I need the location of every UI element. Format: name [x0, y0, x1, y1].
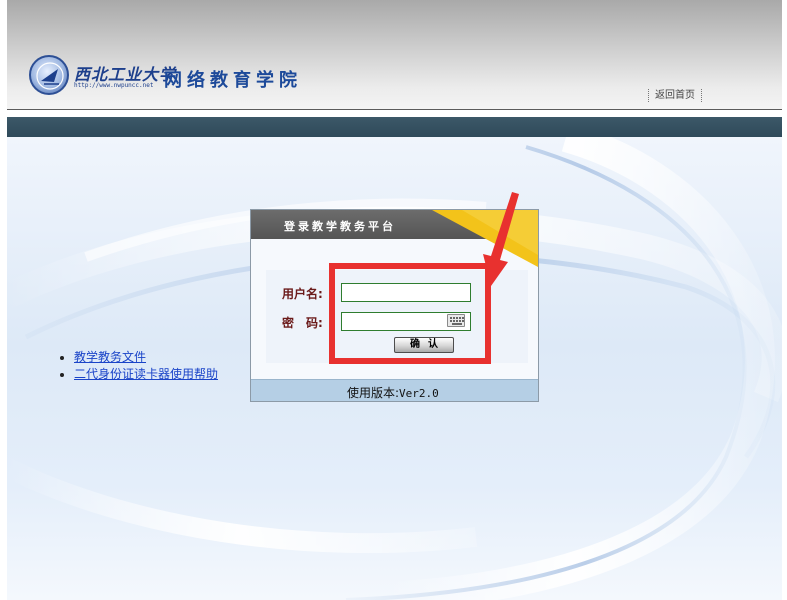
login-title: 登录教学教务平台	[284, 220, 396, 233]
annotation-arrow	[483, 192, 519, 286]
version-value: Ver2.0	[399, 387, 439, 400]
help-links: 教学教务文件 二代身份证读卡器使用帮助	[60, 349, 218, 383]
header-divider	[6, 109, 782, 110]
nav-bar	[6, 117, 782, 137]
teaching-docs-link[interactable]: 教学教务文件	[74, 350, 146, 364]
school-name: 网络教育学院	[164, 70, 302, 91]
password-label: 密 码:	[282, 316, 323, 330]
bullet-icon	[60, 372, 64, 377]
version-text: 使用版本:Ver2.0	[347, 384, 439, 401]
id-reader-help-link[interactable]: 二代身份证读卡器使用帮助	[74, 367, 218, 381]
username-label: 用户名:	[282, 287, 323, 301]
annotation-highlight-box	[329, 263, 491, 364]
university-url: http://www.nwpuncc.net	[74, 82, 154, 89]
page-margin-left	[0, 0, 7, 600]
home-link[interactable]: 返回首页	[648, 89, 702, 102]
university-emblem-icon	[29, 55, 69, 95]
login-footer: 使用版本:Ver2.0	[251, 379, 538, 401]
page: 西北工业大学 http://www.nwpuncc.net 网络教育学院 返回首…	[0, 0, 787, 600]
version-label: 使用版本:	[347, 386, 400, 400]
list-item: 教学教务文件	[60, 349, 218, 366]
bullet-icon	[60, 355, 64, 360]
page-margin-right	[782, 0, 787, 600]
list-item: 二代身份证读卡器使用帮助	[60, 366, 218, 383]
